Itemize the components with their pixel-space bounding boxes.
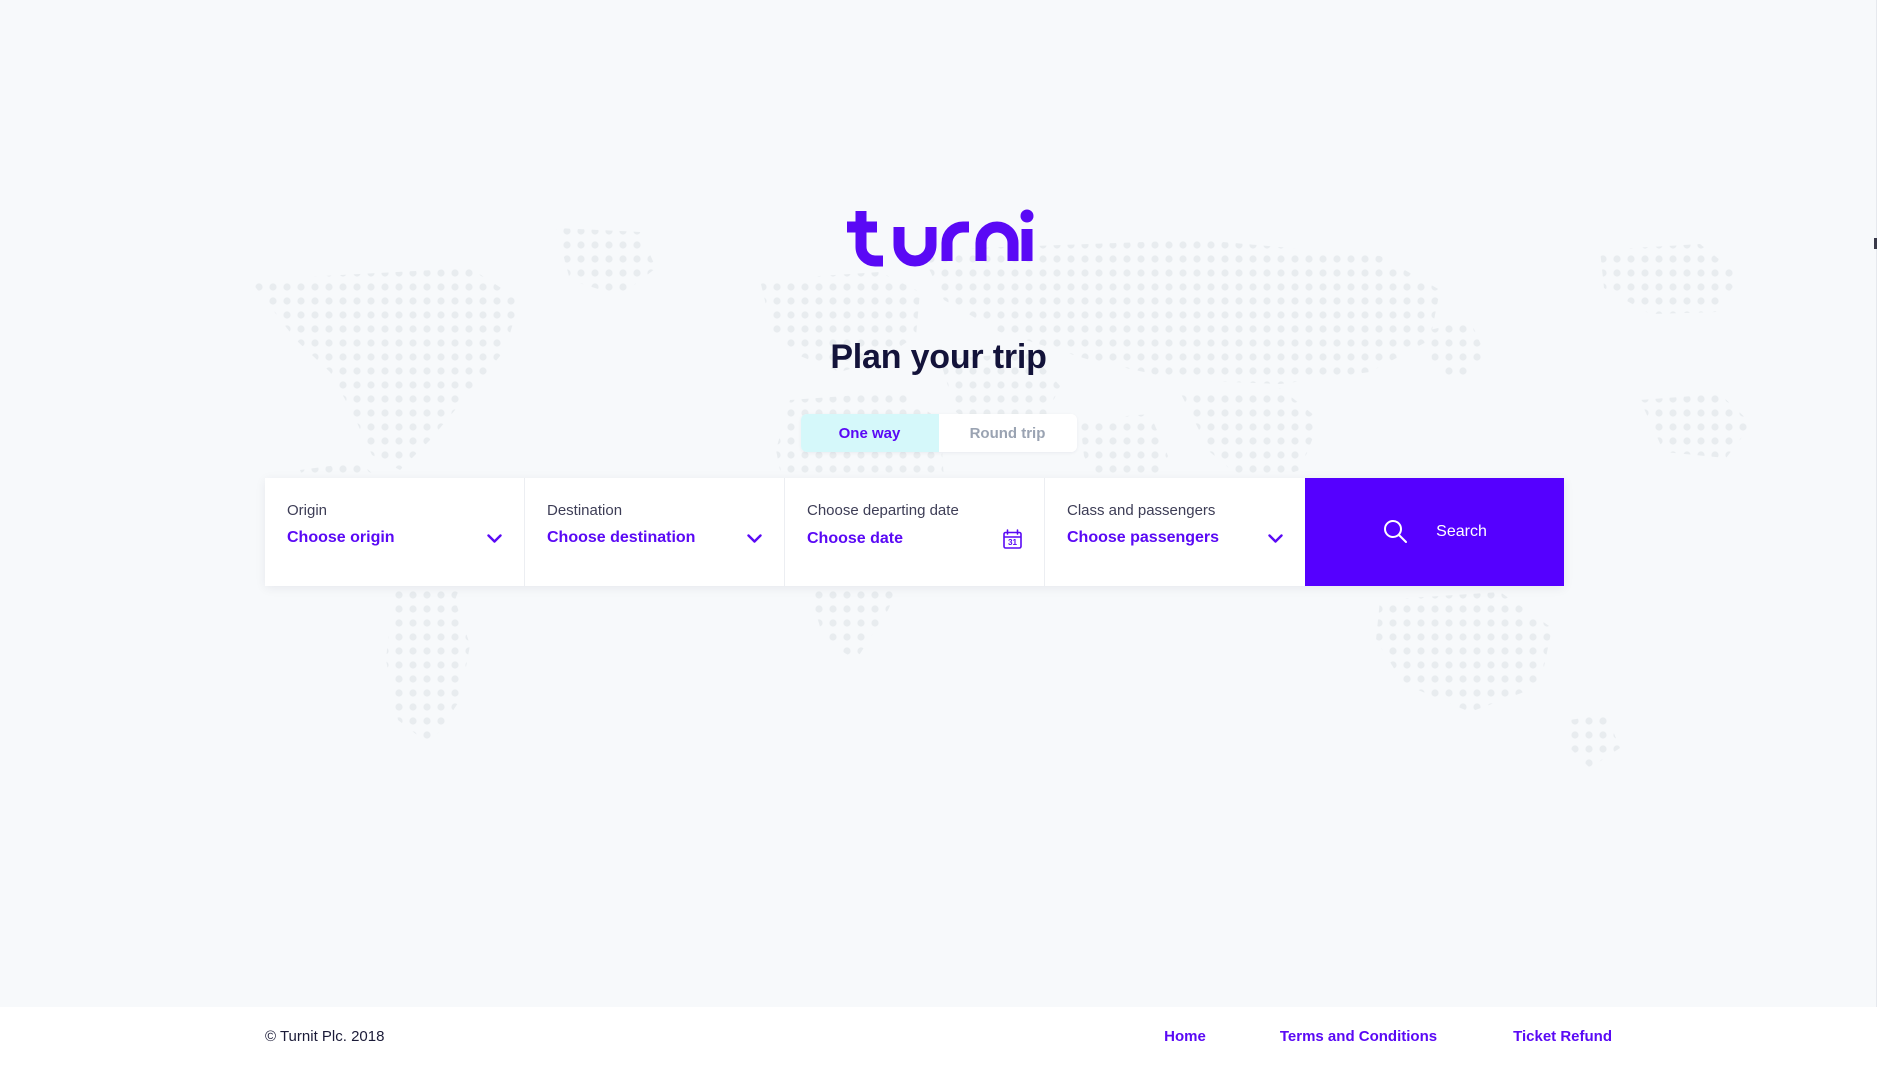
app-root: turnit Plan your trip One way Round trip…	[0, 0, 1877, 1066]
trip-type-tabs: One way Round trip	[800, 414, 1077, 452]
field-class-and-passengers[interactable]: Class and passengers Choose passengers	[1045, 478, 1305, 586]
search-button[interactable]: Search	[1305, 478, 1564, 586]
search-icon	[1382, 518, 1408, 547]
turnit-logo[interactable]: turnit	[0, 203, 1877, 271]
field-departing-date-label: Choose departing date	[807, 502, 959, 519]
field-departing-date[interactable]: Choose departing date Choose date 31	[785, 478, 1045, 586]
hero-section: turnit Plan your trip One way Round trip…	[0, 0, 1877, 1007]
calendar-icon[interactable]: 31	[1003, 529, 1022, 549]
chevron-down-icon[interactable]	[747, 533, 762, 543]
tab-one-way[interactable]: One way	[800, 414, 939, 452]
field-origin-value: Choose origin	[287, 529, 395, 546]
footer-link-ticket-refund[interactable]: Ticket Refund	[1513, 1028, 1612, 1045]
footer-link-home[interactable]: Home	[1164, 1028, 1206, 1045]
turnit-logo-mark	[846, 209, 1033, 267]
copyright-text: © Turnit Plc. 2018	[265, 1028, 385, 1045]
footer-nav: Home Terms and Conditions Ticket Refund	[1164, 1028, 1612, 1045]
page-footer: © Turnit Plc. 2018 Home Terms and Condit…	[0, 1007, 1877, 1066]
field-class-and-passengers-label: Class and passengers	[1067, 502, 1216, 519]
field-destination-value: Choose destination	[547, 529, 696, 546]
field-destination[interactable]: Destination Choose destination	[525, 478, 785, 586]
field-departing-date-value: Choose date	[807, 530, 904, 547]
field-origin-label: Origin	[287, 502, 328, 519]
chevron-down-icon[interactable]	[1268, 533, 1283, 543]
field-destination-label: Destination	[547, 502, 623, 519]
field-origin[interactable]: Origin Choose origin	[265, 478, 525, 586]
field-class-and-passengers-value: Choose passengers	[1067, 529, 1220, 546]
footer-link-terms-and-conditions[interactable]: Terms and Conditions	[1280, 1028, 1437, 1045]
trip-search-form: Origin Choose origin Destination Choose …	[265, 478, 1564, 586]
search-button-label: Search	[1436, 523, 1487, 540]
tab-round-trip[interactable]: Round trip	[938, 414, 1077, 452]
chevron-down-icon[interactable]	[487, 533, 502, 543]
page-title: Plan your trip	[830, 338, 1047, 376]
calendar-icon-day: 31	[1008, 538, 1018, 547]
